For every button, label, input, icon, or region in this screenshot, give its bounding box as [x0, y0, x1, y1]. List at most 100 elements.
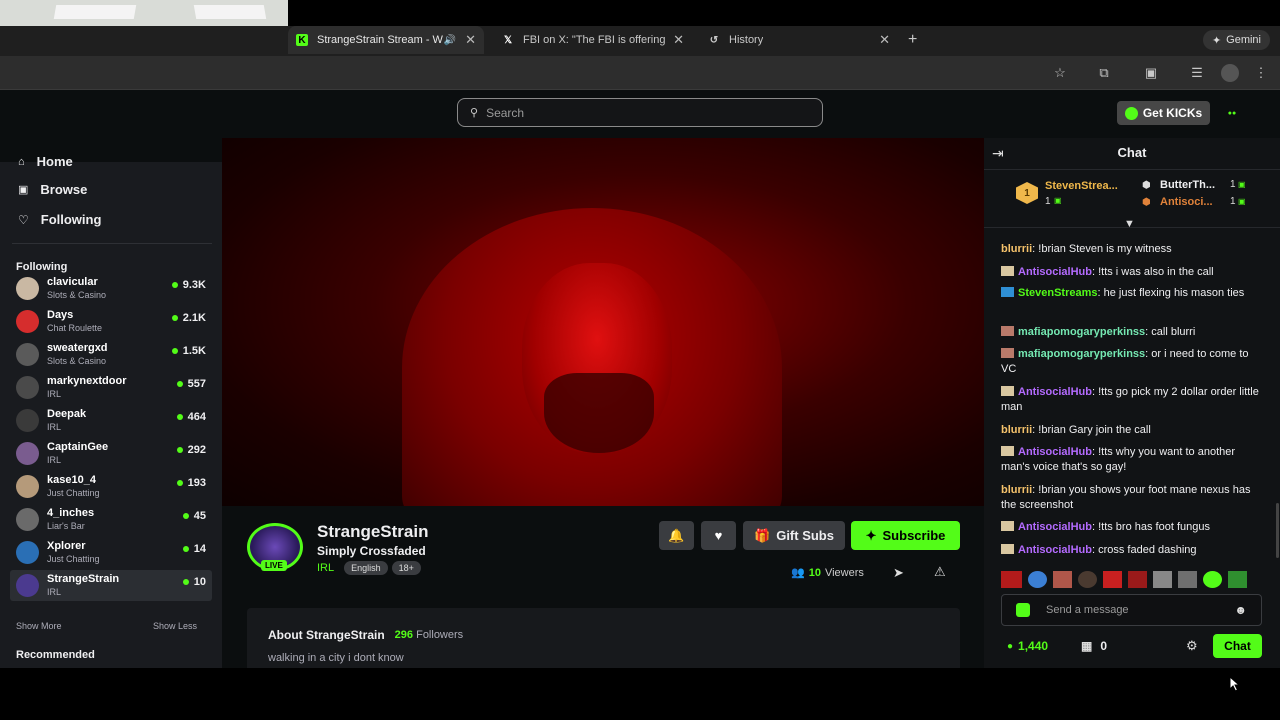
new-tab-button[interactable]: +: [902, 26, 926, 54]
chat-username[interactable]: blurrii: [1001, 424, 1032, 436]
kicks-balance[interactable]: ● 1,440: [1007, 639, 1048, 653]
chat-username[interactable]: mafiapomogaryperkinss: [1018, 348, 1145, 360]
gift-kicks-icon[interactable]: [1016, 603, 1030, 617]
heart-icon: ♥: [714, 528, 723, 543]
follow-heart-button[interactable]: ♥: [701, 521, 736, 550]
close-icon[interactable]: ✕: [879, 32, 890, 48]
emote-icon[interactable]: [1053, 571, 1072, 588]
emoji-icon[interactable]: ☻: [1234, 603, 1247, 617]
leaderboard-name[interactable]: ButterTh...: [1160, 179, 1215, 191]
viewer-count-value: 292: [187, 444, 206, 456]
show-more-button[interactable]: Show More: [16, 621, 62, 631]
emote-icon[interactable]: [1078, 571, 1097, 588]
emote-icon[interactable]: [1028, 571, 1047, 588]
user-badge-icon: [1001, 386, 1014, 396]
store-button[interactable]: ▦ 0: [1081, 639, 1107, 653]
chat-username[interactable]: blurrii: [1001, 484, 1032, 496]
close-icon[interactable]: ✕: [673, 32, 684, 48]
gift-icon: 🎁: [754, 527, 771, 543]
sidebar: ⌂ Home ▣ Browse ♡ Following Following cl…: [0, 154, 222, 668]
notification-bell-button[interactable]: 🔔: [659, 521, 694, 550]
share-icon[interactable]: ➤: [893, 565, 904, 581]
chat-message: blurrii: !brian you shows your foot mane…: [1001, 483, 1263, 513]
subscribe-button[interactable]: ✦ Subscribe: [851, 521, 960, 550]
media-control-icon[interactable]: ☰: [1188, 64, 1206, 82]
viewer-count-value: 14: [193, 543, 206, 555]
emote-icon[interactable]: [1001, 571, 1022, 588]
sidebar-channel-item[interactable]: Deepak IRL 464: [10, 405, 212, 436]
get-kicks-button[interactable]: Get KICKs: [1117, 101, 1210, 125]
chat-username[interactable]: blurrii: [1001, 243, 1032, 255]
audio-icon[interactable]: 🔊: [444, 35, 456, 46]
chat-send-button[interactable]: Chat: [1213, 634, 1262, 658]
emote-icon[interactable]: [1203, 571, 1222, 588]
chat-username[interactable]: mafiapomogaryperkinss: [1018, 326, 1145, 338]
chat-message-input[interactable]: Send a message ☻: [1001, 594, 1262, 626]
avatar: [16, 442, 39, 465]
sidebar-channel-item[interactable]: StrangeStrain IRL 10: [10, 570, 212, 601]
sidebar-channel-item[interactable]: CaptainGee IRL 292: [10, 438, 212, 469]
gemini-button[interactable]: ✦ Gemini: [1202, 30, 1270, 50]
chat-username[interactable]: AntisocialHub: [1018, 521, 1092, 533]
sidebar-channel-item[interactable]: clavicular Slots & Casino 9.3K: [10, 273, 212, 304]
sidebar-channel-item[interactable]: kase10_4 Just Chatting 193: [10, 471, 212, 502]
video-player[interactable]: [222, 138, 984, 506]
extensions-icon[interactable]: ⧉: [1095, 64, 1113, 82]
channel-avatar[interactable]: LIVE: [247, 523, 303, 571]
leaderboard-name[interactable]: StevenStrea...: [1045, 180, 1118, 192]
sidebar-channel-item[interactable]: 4_inches Liar's Bar 45: [10, 504, 212, 535]
channel-category: Slots & Casino: [47, 356, 107, 366]
channel-name[interactable]: StrangeStrain: [317, 522, 428, 542]
tab-strangestrain[interactable]: K StrangeStrain Stream - W 🔊 ✕: [288, 26, 484, 54]
tag-language[interactable]: English: [344, 561, 388, 575]
live-dot-icon: [176, 480, 183, 486]
leaderboard-name[interactable]: Antisoci...: [1160, 196, 1213, 208]
chat-message: AntisocialHub: !tts why you want to anot…: [1001, 445, 1263, 475]
sidebar-channel-item[interactable]: markynextdoor IRL 557: [10, 372, 212, 403]
profile-avatar-icon[interactable]: [1221, 64, 1239, 82]
search-input[interactable]: ⚲ Search: [457, 98, 823, 127]
show-less-button[interactable]: Show Less: [153, 621, 197, 631]
following-heading: Following: [16, 261, 68, 273]
chat-username[interactable]: StevenStreams: [1018, 287, 1098, 299]
emote-icon[interactable]: [1103, 571, 1122, 588]
tag-mature[interactable]: 18+: [391, 561, 421, 575]
report-warning-icon[interactable]: ⚠: [934, 564, 946, 580]
menu-kebab-icon[interactable]: ⋮: [1252, 64, 1270, 82]
chat-username[interactable]: AntisocialHub: [1018, 446, 1092, 458]
sidebar-channel-item[interactable]: sweatergxd Slots & Casino 1.5K: [10, 339, 212, 370]
channel-name: markynextdoor: [47, 375, 127, 387]
chat-settings-gear-icon[interactable]: ⚙: [1186, 638, 1198, 654]
emote-icon[interactable]: [1153, 571, 1172, 588]
emote-icon[interactable]: [1128, 571, 1147, 588]
avatar: [16, 541, 39, 564]
sidebar-item-following[interactable]: ♡ Following: [18, 212, 101, 227]
browser-tab-bar: K StrangeStrain Stream - W 🔊 ✕ 𝕏 FBI on …: [0, 26, 1280, 56]
chat-scrollbar[interactable]: [1276, 503, 1279, 558]
chat-username[interactable]: AntisocialHub: [1018, 386, 1092, 398]
emote-icon[interactable]: [1228, 571, 1247, 588]
followers-count: 296: [394, 629, 414, 641]
user-badge-icon: [1001, 326, 1014, 336]
collapse-leaderboard-icon[interactable]: ▼: [1124, 218, 1135, 230]
sidebar-channel-item[interactable]: Xplorer Just Chatting 14: [10, 537, 212, 568]
sidebar-item-home[interactable]: ⌂ Home: [18, 154, 73, 169]
tab-search-icon[interactable]: ▣: [1142, 64, 1160, 82]
user-avatar[interactable]: ●●: [1222, 104, 1242, 122]
sidebar-item-browse[interactable]: ▣ Browse: [18, 182, 87, 197]
chat-username[interactable]: AntisocialHub: [1018, 544, 1092, 556]
close-icon[interactable]: ✕: [465, 32, 476, 48]
gift-icon: ▣: [1238, 197, 1246, 206]
gift-subs-button[interactable]: 🎁 Gift Subs: [743, 521, 845, 550]
tab-history[interactable]: ↺ History ✕: [700, 26, 898, 54]
kicks-balance-value: 1,440: [1018, 639, 1049, 653]
tab-title: FBI on X: "The FBI is offering: [523, 34, 666, 46]
emote-icon[interactable]: [1178, 571, 1197, 588]
channel-name: kase10_4: [47, 474, 96, 486]
chat-username[interactable]: AntisocialHub: [1018, 266, 1092, 278]
bookmark-star-icon[interactable]: ☆: [1051, 64, 1069, 82]
live-dot-icon: [176, 414, 183, 420]
category-link[interactable]: IRL: [317, 562, 334, 574]
tab-fbi[interactable]: 𝕏 FBI on X: "The FBI is offering ✕: [494, 26, 692, 54]
sidebar-channel-item[interactable]: Days Chat Roulette 2.1K: [10, 306, 212, 337]
